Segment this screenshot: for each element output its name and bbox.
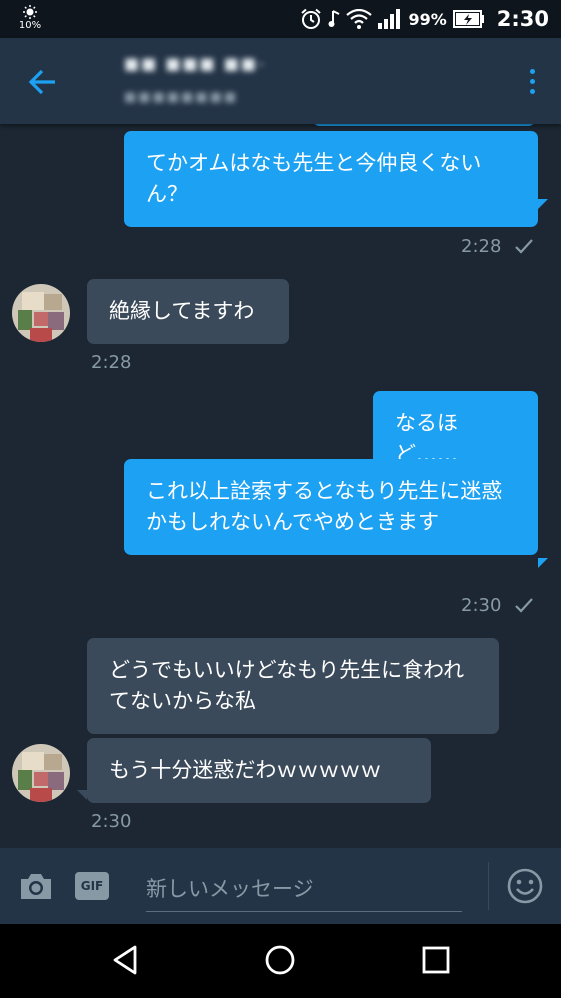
brightness-icon	[23, 5, 37, 19]
status-time: 2:30	[496, 7, 549, 31]
message-bubble-outgoing[interactable]: これ以上詮索するとなもり先生に迷惑かもしれないんでやめときます	[124, 459, 538, 555]
message-timestamp: 2:28	[461, 236, 502, 257]
avatar[interactable]	[12, 284, 70, 342]
message-bubble-outgoing[interactable]: てかオムはなも先生と今仲良くないん？	[124, 131, 538, 227]
message-bubble-outgoing-partial	[312, 124, 536, 126]
message-bubble-incoming[interactable]: 絶縁してますわ	[87, 279, 289, 344]
message-list: てかオムはなも先生と今仲良くないん？ 2:28 絶縁してますわ 2:28 なるほ…	[0, 124, 561, 848]
status-bar: 10% 99% 2:30	[0, 0, 561, 38]
bubble-tail	[77, 790, 87, 800]
message-input[interactable]	[146, 866, 462, 912]
message-timestamp: 2:30	[461, 595, 502, 616]
wifi-icon	[346, 9, 373, 29]
more-vertical-icon[interactable]	[527, 66, 537, 98]
message-bubble-incoming[interactable]: どうでもいいけどなもり先生に食われてないからな私	[87, 638, 499, 734]
triangle-back-icon[interactable]	[108, 943, 142, 977]
conversation-header: ■■ ■■■ ■■- ■■■■■■■■	[0, 38, 561, 124]
music-note-icon	[328, 10, 340, 27]
square-recents-icon[interactable]	[419, 943, 453, 977]
alarm-icon	[301, 8, 322, 29]
bubble-tail	[538, 199, 548, 209]
check-icon	[515, 239, 533, 254]
conversation-subtitle: ■■■■■■■■	[124, 90, 239, 105]
message-bubble-incoming[interactable]: もう十分迷惑だわｗｗｗｗｗ	[87, 738, 431, 803]
arrow-left-icon[interactable]	[24, 63, 62, 101]
message-timestamp: 2:30	[91, 811, 132, 832]
divider	[488, 862, 489, 910]
circle-home-icon[interactable]	[263, 943, 297, 977]
brightness-percent: 10%	[18, 20, 42, 31]
smiley-icon[interactable]	[506, 867, 544, 905]
system-navigation-bar	[0, 924, 561, 998]
gif-button[interactable]: GIF	[75, 872, 109, 900]
battery-charging-icon	[452, 10, 484, 28]
battery-percent: 99%	[408, 9, 447, 29]
bubble-tail	[538, 558, 548, 568]
check-icon	[515, 598, 533, 613]
message-composer: GIF	[0, 848, 561, 924]
camera-icon[interactable]	[18, 870, 54, 902]
avatar[interactable]	[12, 744, 70, 802]
brightness-indicator: 10%	[18, 5, 42, 31]
message-timestamp: 2:28	[91, 352, 132, 373]
conversation-title: ■■ ■■■ ■■-	[124, 54, 266, 73]
signal-icon	[378, 9, 401, 29]
